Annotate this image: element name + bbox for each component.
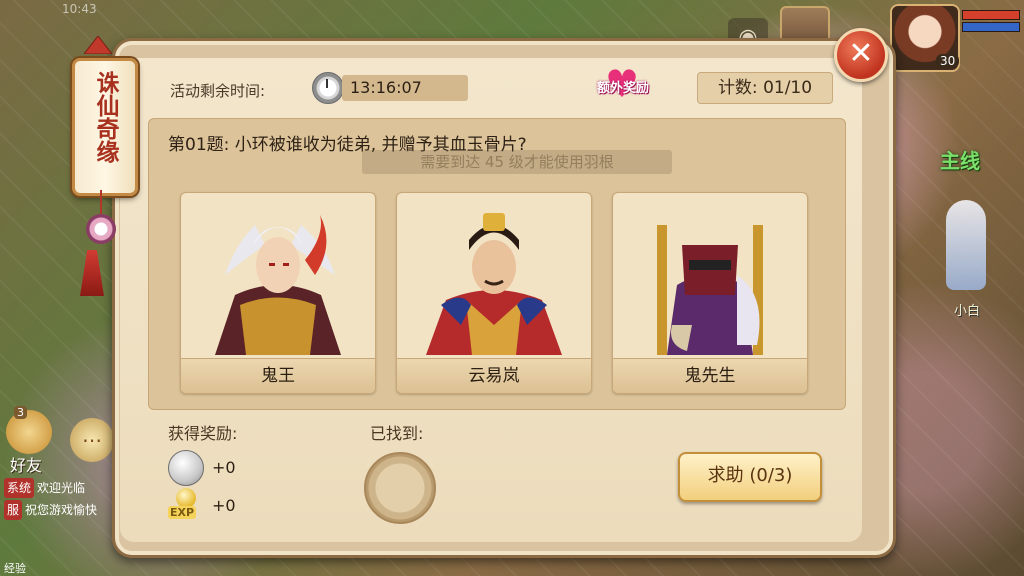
- chat-line[interactable]: 服祝您游戏愉快: [4, 500, 124, 520]
- clock-icon: [312, 72, 344, 104]
- answer-option-label: 云易岚: [397, 358, 591, 393]
- status-time: 10:43: [62, 2, 97, 16]
- exp-orb: [176, 488, 196, 508]
- time-remaining-label: 活动剩余时间:: [170, 82, 266, 100]
- chat-text: 欢迎光临: [37, 481, 86, 495]
- question-counter: 计数: 01/10: [697, 72, 833, 104]
- answer-option-1[interactable]: 鬼王: [180, 192, 376, 394]
- hp-bar: [962, 10, 1020, 20]
- found-label: 已找到:: [370, 424, 424, 443]
- help-button[interactable]: 求助 (0/3): [678, 452, 822, 502]
- chat-channel-tag: 系统: [4, 478, 35, 498]
- chat-icon[interactable]: ⋯: [70, 418, 114, 462]
- extra-reward-button[interactable]: ♥ 额外奖励: [584, 65, 662, 103]
- answer-option-label: 鬼先生: [613, 358, 807, 393]
- time-remaining-value: 13:16:07: [342, 75, 468, 101]
- exp-icon-text: EXP: [168, 506, 197, 519]
- answer-option-3[interactable]: 鬼先生: [612, 192, 808, 394]
- exp-bar-label: 经验: [4, 562, 26, 575]
- jade-pendant-icon: [86, 214, 116, 244]
- close-button[interactable]: ✕: [834, 28, 888, 82]
- mp-bar: [962, 22, 1020, 32]
- main-quest-label[interactable]: 主线: [940, 145, 980, 174]
- character-portrait-guiwang: [215, 215, 341, 355]
- exp-reward-value: +0: [212, 496, 236, 515]
- answer-option-label: 鬼王: [181, 358, 375, 393]
- npc-name: 小白: [954, 304, 981, 319]
- chat-text: 祝您游戏愉快: [25, 503, 98, 517]
- player-level-badge: 30: [936, 54, 960, 68]
- exp-icon: EXP: [168, 488, 202, 522]
- scroll-hanger-icon: [84, 36, 112, 54]
- friend-count-badge: 3: [14, 406, 27, 419]
- friend-label[interactable]: 好友: [10, 452, 42, 476]
- answer-option-2[interactable]: 云易岚: [396, 192, 592, 394]
- event-title: 诛仙奇缘: [92, 71, 119, 163]
- character-portrait-yunyilan: [426, 213, 562, 355]
- pendant-string: [100, 190, 102, 214]
- found-item-slot: [364, 452, 436, 524]
- faded-tip-text: 需要到达 45 级才能使用羽根: [362, 150, 672, 174]
- silver-coin-icon: [168, 450, 204, 486]
- event-title-scroll: 诛仙奇缘: [72, 58, 138, 196]
- npc-figure[interactable]: [946, 200, 986, 290]
- coin-reward-value: +0: [212, 458, 236, 477]
- chat-line[interactable]: 系统 欢迎光临: [4, 478, 124, 498]
- reward-label: 获得奖励:: [168, 424, 238, 443]
- extra-reward-label: 额外奖励: [596, 81, 649, 96]
- chat-channel-tag: 服: [4, 500, 23, 520]
- character-portrait-guixiansheng: [657, 225, 763, 355]
- friend-icon[interactable]: [6, 410, 52, 454]
